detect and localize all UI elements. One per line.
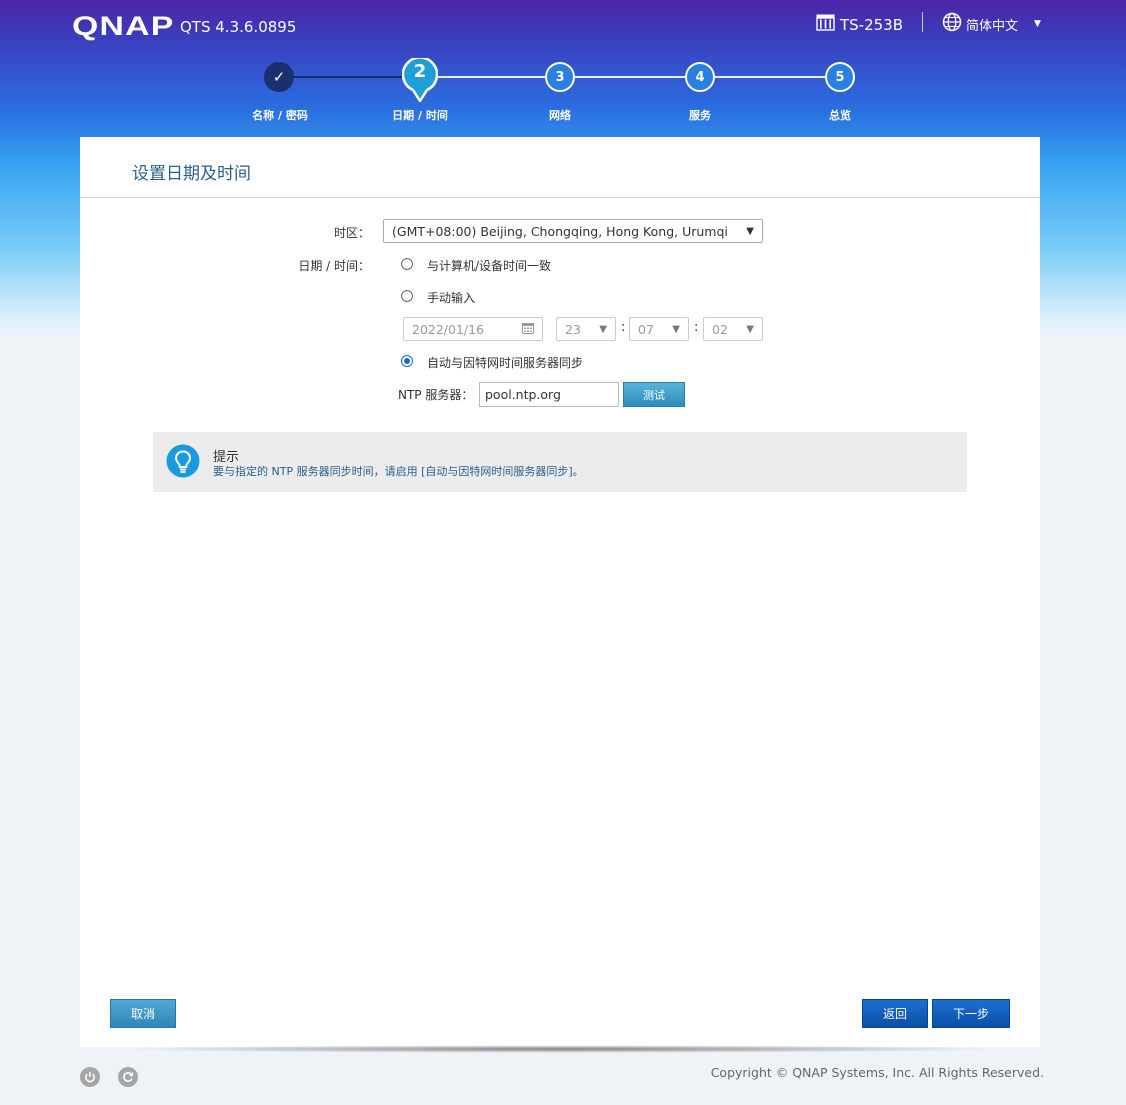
tip-text: 要与指定的 NTP 服务器同步时间，请启用 [自动与因特网时间服务器同步]。	[213, 465, 584, 478]
date-input[interactable]: 2022/01/16	[403, 317, 543, 341]
step-2-marker: 2	[402, 58, 438, 102]
wizard-panel: 设置日期及时间 时区： (GMT+08:00) Beijing, Chongqi…	[80, 137, 1040, 1047]
step-5-label: 总览	[829, 109, 851, 122]
step-1-label: 名称 / 密码	[252, 109, 308, 122]
radio-ntp-sync-label: 自动与因特网时间服务器同步	[427, 356, 584, 370]
caret-down-icon: ▼	[1034, 19, 1041, 29]
device-name: TS-253B	[816, 14, 903, 35]
step-connector	[574, 76, 686, 78]
step-3-circle: 3	[545, 62, 575, 92]
step-2-label: 日期 / 时间	[392, 109, 448, 122]
hour-value: 23	[565, 321, 581, 337]
page-title: 设置日期及时间	[132, 164, 251, 184]
step-connector	[294, 76, 406, 78]
calendar-icon	[522, 322, 534, 337]
step-connector	[434, 76, 546, 78]
timezone-select[interactable]: (GMT+08:00) Beijing, Chongqing, Hong Kon…	[383, 219, 763, 243]
time-separator: :	[621, 320, 626, 335]
back-button[interactable]: 返回	[862, 999, 928, 1028]
step-1-check-icon: ✓	[264, 62, 294, 92]
step-4-label: 服务	[689, 109, 711, 122]
timezone-value: (GMT+08:00) Beijing, Chongqing, Hong Kon…	[392, 223, 728, 239]
radio-manual[interactable]	[401, 290, 413, 302]
language-selector[interactable]: 简体中文 ▼	[942, 12, 1041, 36]
radio-sync-computer[interactable]	[401, 258, 413, 270]
hour-select[interactable]: 23 ▼	[556, 317, 616, 341]
second-value: 02	[712, 321, 728, 337]
radio-manual-label: 手动输入	[427, 291, 476, 305]
chevron-down-icon: ▼	[599, 323, 607, 335]
step-3-label: 网络	[549, 109, 571, 122]
ntp-server-input[interactable]: pool.ntp.org	[479, 382, 619, 407]
minute-value: 07	[638, 321, 654, 337]
title-divider	[80, 197, 1040, 198]
step-2-number: 2	[413, 61, 427, 82]
panel-shadow	[118, 1045, 1002, 1053]
datetime-label: 日期 / 时间：	[298, 259, 370, 273]
time-separator: :	[694, 320, 699, 335]
header-divider	[922, 12, 923, 32]
next-button[interactable]: 下一步	[932, 999, 1010, 1028]
tip-box: 提示 要与指定的 NTP 服务器同步时间，请启用 [自动与因特网时间服务器同步]…	[153, 432, 967, 492]
ntp-server-label: NTP 服务器：	[398, 388, 474, 402]
power-icon[interactable]	[80, 1067, 100, 1087]
timezone-label: 时区：	[333, 226, 370, 240]
radio-sync-computer-label: 与计算机/设备时间一致	[427, 259, 552, 273]
chevron-down-icon: ▼	[746, 323, 754, 335]
firmware-version: QTS 4.3.6.0895	[180, 18, 297, 36]
radio-ntp-sync[interactable]	[401, 355, 413, 367]
language-label: 简体中文	[966, 18, 1019, 34]
step-4-circle: 4	[685, 62, 715, 92]
second-select[interactable]: 02 ▼	[703, 317, 763, 341]
minute-select[interactable]: 07 ▼	[629, 317, 689, 341]
test-button[interactable]: 测试	[623, 382, 685, 407]
chevron-down-icon: ▼	[746, 225, 754, 237]
chevron-down-icon: ▼	[672, 323, 680, 335]
globe-icon	[942, 12, 962, 36]
lightbulb-icon	[166, 444, 200, 478]
step-5-circle: 5	[825, 62, 855, 92]
device-name-label: TS-253B	[840, 15, 904, 34]
cancel-button[interactable]: 取消	[110, 999, 176, 1028]
date-value: 2022/01/16	[412, 321, 485, 337]
qnap-logo: QNAP	[72, 11, 175, 41]
restart-icon[interactable]	[118, 1067, 138, 1087]
copyright-text: Copyright © QNAP Systems, Inc. All Right…	[710, 1065, 1044, 1080]
nas-icon	[816, 14, 835, 35]
step-connector	[714, 76, 826, 78]
